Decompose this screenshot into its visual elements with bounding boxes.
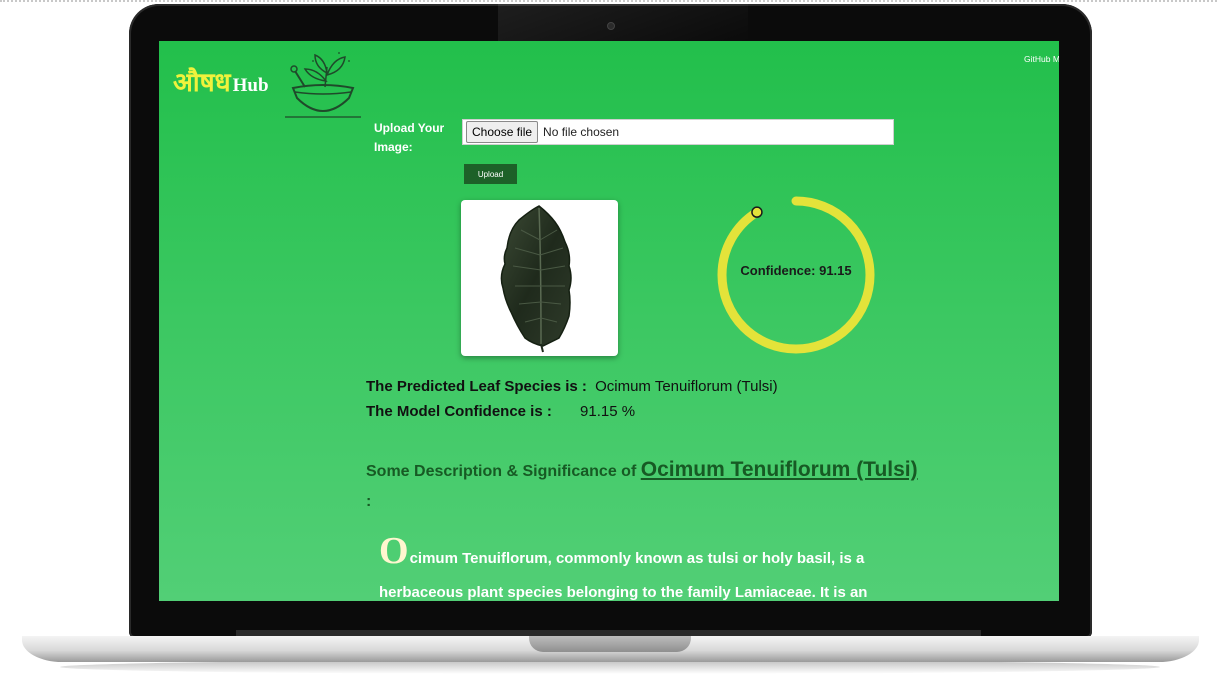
camera-icon xyxy=(607,22,615,30)
description-heading: Some Description & Significance of Ocimu… xyxy=(366,455,986,517)
description-heading-colon: : xyxy=(366,493,372,510)
description-heading-prefix: Some Description & Significance of xyxy=(366,463,637,480)
drop-cap-letter: O xyxy=(379,530,409,572)
background-dotted-line xyxy=(0,0,1217,2)
predicted-species-value: Ocimum Tenuiflorum (Tulsi) xyxy=(595,378,778,395)
mortar-herb-icon xyxy=(285,52,361,118)
upload-label: Upload Your Image: xyxy=(374,121,445,154)
file-input[interactable]: Choose file No file chosen xyxy=(462,119,894,145)
laptop-shadow xyxy=(60,660,1160,674)
logo-hub-text: Hub xyxy=(232,75,269,96)
app-logo[interactable]: औषध Hub xyxy=(173,63,269,99)
species-link[interactable]: Ocimum Tenuiflorum (Tulsi) xyxy=(641,458,918,481)
lid-glare xyxy=(498,4,748,42)
laptop-hinge xyxy=(529,636,691,652)
description-body: Ocimum Tenuiflorum, commonly known as tu… xyxy=(379,532,899,601)
logo-hindi-text: औषध xyxy=(173,68,231,98)
uploaded-leaf-image xyxy=(461,200,618,356)
model-confidence-row: The Model Confidence is : 91.15 % xyxy=(366,403,635,420)
confidence-gauge-text: Confidence: 91.15 xyxy=(740,263,852,278)
choose-file-button[interactable]: Choose file xyxy=(466,121,539,143)
leaf-image xyxy=(500,205,572,353)
predicted-species-row: The Predicted Leaf Species is : Ocimum T… xyxy=(366,378,778,395)
model-confidence-value: 91.15 % xyxy=(580,403,636,420)
upload-button[interactable]: Upload xyxy=(464,164,517,184)
predicted-species-label: The Predicted Leaf Species is : xyxy=(366,378,587,395)
model-confidence-label: The Model Confidence is : xyxy=(366,403,552,420)
app-screen: औषध Hub GitHub M Upload Your Image: Choos… xyxy=(159,41,1059,601)
confidence-gauge-knob xyxy=(751,206,763,218)
nav-link-github[interactable]: GitHub M xyxy=(1024,54,1059,64)
file-status-text: No file chosen xyxy=(543,125,620,139)
description-text: cimum Tenuiflorum, commonly known as tul… xyxy=(379,550,868,601)
